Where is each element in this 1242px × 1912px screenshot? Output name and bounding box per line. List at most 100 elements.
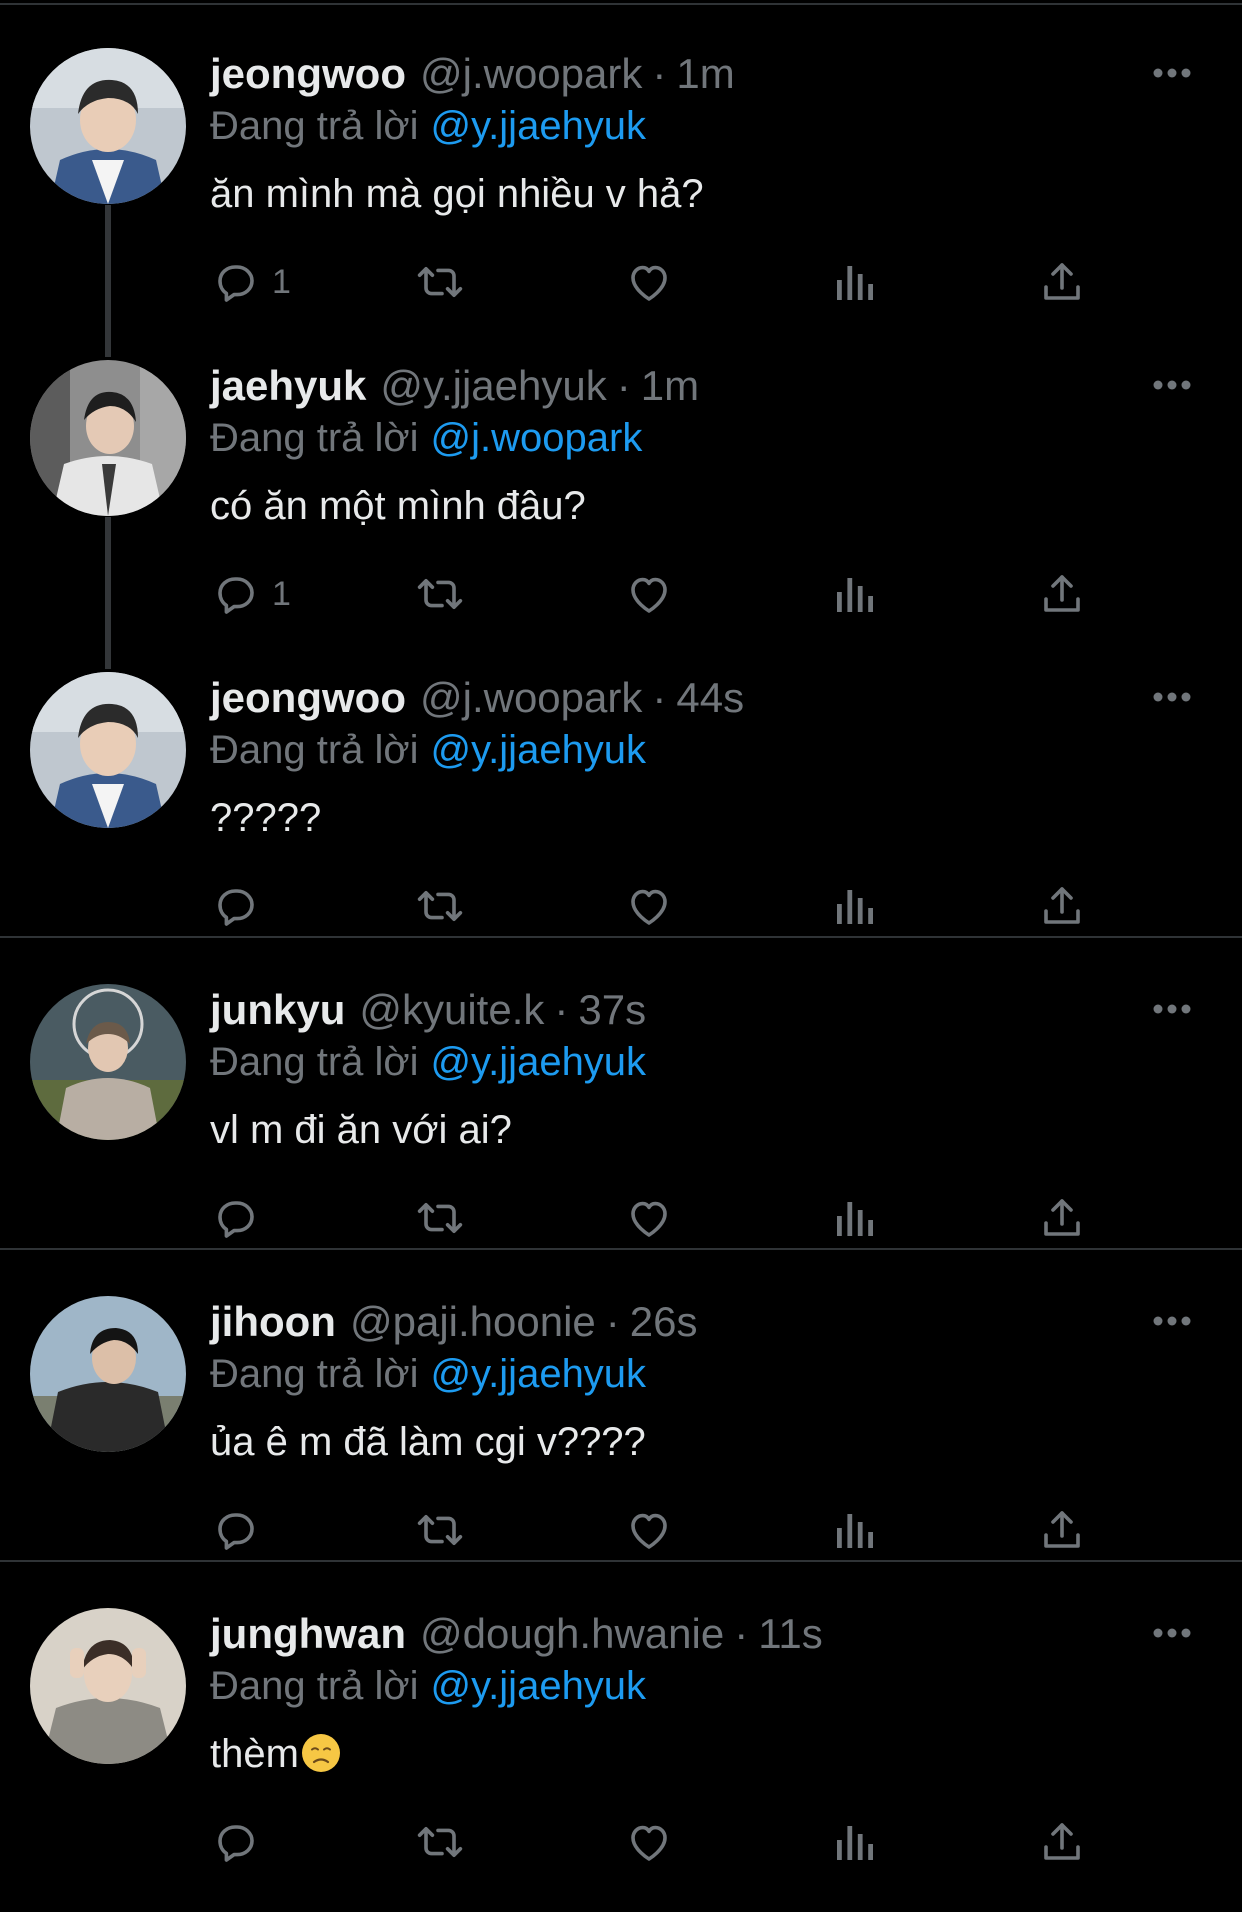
more-options-icon[interactable] bbox=[1142, 1618, 1202, 1648]
views-button[interactable] bbox=[834, 1188, 876, 1248]
user-handle[interactable]: @dough.hwanie bbox=[420, 1610, 724, 1657]
avatar-jeongwoo[interactable] bbox=[30, 672, 186, 828]
avatar-jeongwoo[interactable] bbox=[30, 48, 186, 204]
views-icon bbox=[834, 1194, 876, 1242]
more-options-icon[interactable] bbox=[1142, 58, 1202, 88]
separator-dot: · bbox=[734, 1610, 749, 1657]
retweet-button[interactable] bbox=[414, 252, 466, 312]
reply-mention[interactable]: @y.jjaehyuk bbox=[431, 1352, 647, 1396]
views-button[interactable] bbox=[834, 876, 876, 936]
timestamp[interactable]: 26s bbox=[630, 1298, 698, 1345]
reply-mention[interactable]: @j.woopark bbox=[431, 416, 643, 460]
tweet[interactable]: junghwan @dough.hwanie · 11s Đang trả lời @y.… bbox=[0, 1560, 1242, 1872]
tweet-text-content: thèm bbox=[210, 1732, 299, 1776]
reply-mention[interactable]: @y.jjaehyuk bbox=[431, 1664, 647, 1708]
like-button[interactable] bbox=[624, 876, 674, 936]
tweet[interactable]: jaehyuk @y.jjaehyuk · 1m Đang trả lời @j.woop… bbox=[0, 312, 1242, 624]
like-button[interactable] bbox=[624, 564, 674, 624]
reply-button[interactable] bbox=[212, 876, 272, 936]
more-options-icon[interactable] bbox=[1142, 682, 1202, 712]
avatar-jaehyuk[interactable] bbox=[30, 360, 186, 516]
retweet-button[interactable] bbox=[414, 1812, 466, 1872]
timestamp[interactable]: 11s bbox=[758, 1610, 823, 1657]
display-name[interactable]: jeongwoo bbox=[210, 50, 406, 97]
user-handle[interactable]: @kyuite.k bbox=[359, 986, 544, 1033]
reply-button[interactable]: 1 bbox=[212, 564, 291, 624]
display-name[interactable]: jihoon bbox=[210, 1298, 336, 1345]
tweet-text: ủa ê m đã làm cgi v???? bbox=[210, 1416, 646, 1468]
timestamp[interactable]: 44s bbox=[676, 674, 744, 721]
retweet-button[interactable] bbox=[414, 876, 466, 936]
retweet-button[interactable] bbox=[414, 1500, 466, 1560]
avatar-junghwan[interactable] bbox=[30, 1608, 186, 1764]
replying-to: Đang trả lời @j.woopark bbox=[210, 414, 642, 462]
views-button[interactable] bbox=[834, 564, 876, 624]
display-name[interactable]: jeongwoo bbox=[210, 674, 406, 721]
tweet-text: thèm bbox=[210, 1728, 341, 1780]
share-button[interactable] bbox=[1040, 564, 1084, 624]
tweet-header: jaehyuk @y.jjaehyuk · 1m bbox=[210, 362, 699, 410]
replying-to: Đang trả lời @y.jjaehyuk bbox=[210, 1662, 646, 1710]
display-name[interactable]: jaehyuk bbox=[210, 362, 366, 409]
share-button[interactable] bbox=[1040, 1188, 1084, 1248]
tweet-text: ăn mình mà gọi nhiều v hả? bbox=[210, 168, 704, 220]
separator-dot: · bbox=[652, 50, 667, 97]
views-button[interactable] bbox=[834, 252, 876, 312]
user-handle[interactable]: @paji.hoonie bbox=[350, 1298, 596, 1345]
disappointed-face-emoji bbox=[301, 1733, 341, 1773]
heart-icon bbox=[624, 1194, 674, 1242]
timestamp[interactable]: 1m bbox=[641, 362, 699, 409]
heart-icon bbox=[624, 1506, 674, 1554]
like-button[interactable] bbox=[624, 252, 674, 312]
reply-count: 1 bbox=[272, 262, 291, 301]
tweet[interactable]: junkyu @kyuite.k · 37s Đang trả lời @y.jjaehy… bbox=[0, 936, 1242, 1250]
tweet[interactable]: jeongwoo @j.woopark · 1m Đang trả lời @y.jjae… bbox=[0, 0, 1242, 312]
reply-button[interactable] bbox=[212, 1500, 272, 1560]
tweet[interactable]: jeongwoo @j.woopark · 44s Đang trả lời @y.jja… bbox=[0, 624, 1242, 938]
tweet-actions bbox=[0, 1812, 1242, 1872]
heart-icon bbox=[624, 882, 674, 930]
share-icon bbox=[1040, 570, 1084, 618]
share-button[interactable] bbox=[1040, 252, 1084, 312]
heart-icon bbox=[624, 570, 674, 618]
display-name[interactable]: junghwan bbox=[210, 1610, 406, 1657]
timestamp[interactable]: 1m bbox=[676, 50, 734, 97]
more-options-icon[interactable] bbox=[1142, 994, 1202, 1024]
avatar-junkyu[interactable] bbox=[30, 984, 186, 1140]
reply-button[interactable] bbox=[212, 1188, 272, 1248]
views-button[interactable] bbox=[834, 1500, 876, 1560]
share-icon bbox=[1040, 1194, 1084, 1242]
reply-mention[interactable]: @y.jjaehyuk bbox=[431, 104, 647, 148]
user-handle[interactable]: @y.jjaehyuk bbox=[380, 362, 606, 409]
reply-button[interactable] bbox=[212, 1812, 272, 1872]
views-button[interactable] bbox=[834, 1812, 876, 1872]
like-button[interactable] bbox=[624, 1500, 674, 1560]
tweet-text-content: có ăn một mình đâu? bbox=[210, 484, 586, 528]
reply-icon bbox=[212, 258, 260, 306]
user-handle[interactable]: @j.woopark bbox=[420, 674, 642, 721]
display-name[interactable]: junkyu bbox=[210, 986, 345, 1033]
more-options-icon[interactable] bbox=[1142, 370, 1202, 400]
tweet-actions: 1 bbox=[0, 252, 1242, 312]
retweet-button[interactable] bbox=[414, 564, 466, 624]
tweet-header: jeongwoo @j.woopark · 44s bbox=[210, 674, 744, 722]
like-button[interactable] bbox=[624, 1188, 674, 1248]
timestamp[interactable]: 37s bbox=[578, 986, 646, 1033]
reply-mention[interactable]: @y.jjaehyuk bbox=[431, 728, 647, 772]
tweet[interactable]: jihoon @paji.hoonie · 26s Đang trả lời @y.jja… bbox=[0, 1248, 1242, 1562]
share-button[interactable] bbox=[1040, 1500, 1084, 1560]
reply-mention[interactable]: @y.jjaehyuk bbox=[431, 1040, 647, 1084]
replying-label: Đang trả lời bbox=[210, 1352, 419, 1396]
replying-label: Đang trả lời bbox=[210, 1664, 419, 1708]
like-button[interactable] bbox=[624, 1812, 674, 1872]
user-handle[interactable]: @j.woopark bbox=[420, 50, 642, 97]
reply-icon bbox=[212, 882, 260, 930]
more-options-icon[interactable] bbox=[1142, 1306, 1202, 1336]
avatar-jihoon[interactable] bbox=[30, 1296, 186, 1452]
share-button[interactable] bbox=[1040, 1812, 1084, 1872]
reply-button[interactable]: 1 bbox=[212, 252, 291, 312]
tweet-header: jeongwoo @j.woopark · 1m bbox=[210, 50, 735, 98]
retweet-button[interactable] bbox=[414, 1188, 466, 1248]
share-button[interactable] bbox=[1040, 876, 1084, 936]
reply-icon bbox=[212, 1818, 260, 1866]
